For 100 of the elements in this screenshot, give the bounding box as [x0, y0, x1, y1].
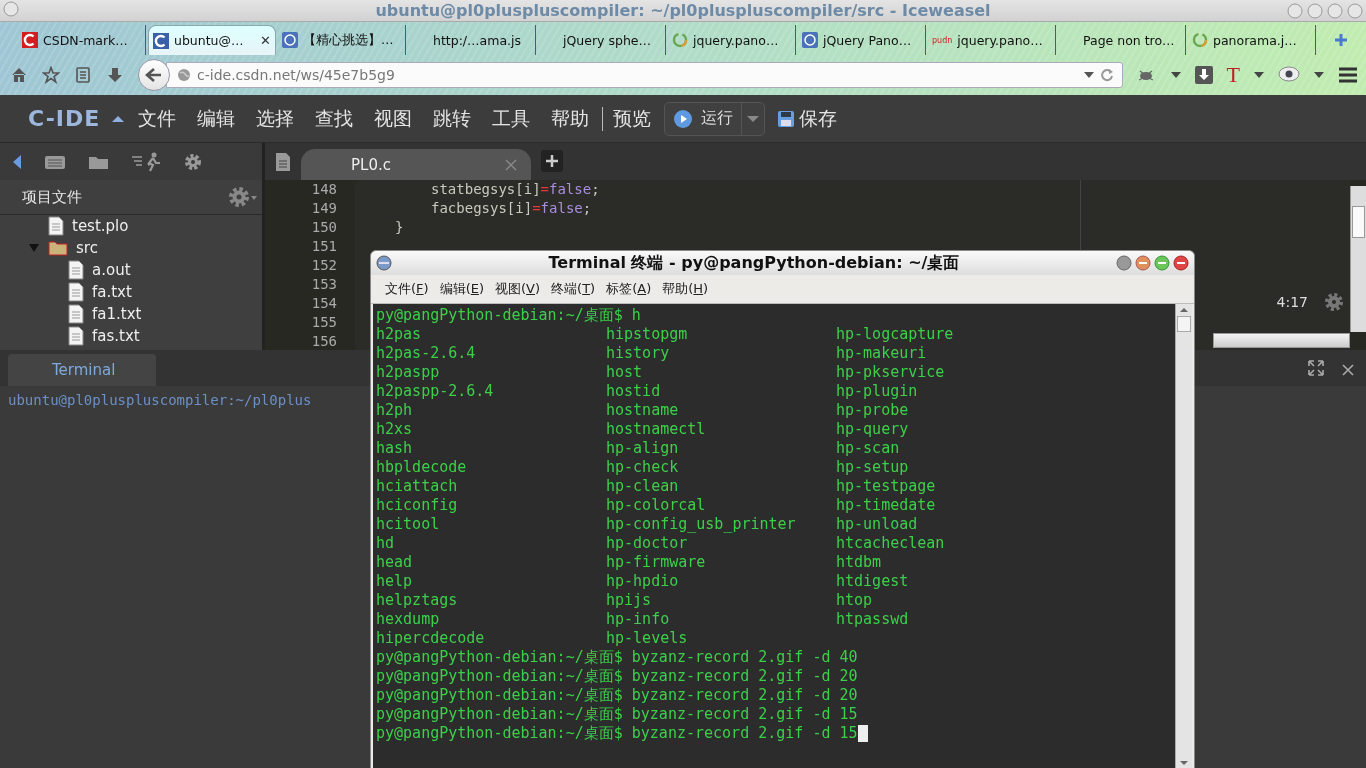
terminal-line: py@pangPython-debian:~/桌面$ byzanz-record 2.gif -d 15 — [376, 705, 858, 724]
browser-tab[interactable]: jquery.pano… — [668, 25, 796, 55]
eye-bubble-icon[interactable] — [1278, 66, 1300, 84]
window-menu-icon[interactable] — [376, 255, 392, 271]
file-icon — [68, 304, 84, 324]
runner-icon[interactable] — [132, 151, 162, 172]
new-tab-button[interactable] — [541, 150, 563, 172]
menu-icon[interactable] — [1338, 67, 1358, 83]
caret-icon[interactable] — [1254, 71, 1264, 79]
command-name: htop — [836, 591, 874, 610]
horizontal-scrollbar[interactable] — [1213, 333, 1350, 348]
browser-tab[interactable]: ubuntu@… ✕ — [148, 25, 276, 55]
menu-item[interactable]: 视图 — [374, 105, 413, 132]
list-icon[interactable] — [44, 153, 66, 170]
home-icon[interactable] — [10, 66, 28, 84]
caret-icon[interactable] — [1314, 71, 1324, 79]
code-line: statbegsys[i]=false; — [430, 181, 600, 197]
panel-tab[interactable]: Terminal — [8, 354, 156, 386]
menu-item[interactable]: 跳转 — [433, 105, 472, 132]
menu-item[interactable]: 标签(A) — [606, 280, 652, 298]
browser-tab[interactable]: CSDN-mark… — [18, 25, 146, 55]
command-name: h2xs — [376, 420, 414, 439]
menu-item[interactable]: 文件(F) — [385, 280, 429, 298]
url-field[interactable]: c-ide.csdn.net/ws/45e7b5g9 — [166, 62, 1123, 88]
menu-item[interactable]: 选择 — [256, 105, 295, 132]
command-name: htdigest — [836, 572, 910, 591]
line-number: 151 — [311, 237, 337, 256]
menu-item[interactable]: 编辑 — [197, 105, 236, 132]
command-name: hbpldecode — [376, 458, 468, 477]
line-number: 155 — [311, 313, 337, 332]
command-name: hp-hpdio — [606, 572, 680, 591]
preview-menu-item[interactable]: 预览 — [613, 105, 652, 132]
menu-item[interactable]: 工具 — [492, 105, 531, 132]
command-name: hp-clean — [606, 477, 680, 496]
app-logo[interactable]: C-IDE — [28, 106, 101, 131]
menu-item[interactable]: 编辑(E) — [439, 280, 484, 298]
tree-item[interactable]: fa.txt — [92, 283, 132, 301]
star-icon[interactable] — [42, 66, 60, 84]
command-name: hash — [376, 439, 414, 458]
browser-tab[interactable]: jQuery Pano… — [798, 25, 926, 55]
scrollbar-thumb[interactable] — [1177, 316, 1191, 332]
caret-icon[interactable] — [112, 114, 125, 123]
command-name: host — [606, 363, 644, 382]
command-name: hp-timedate — [836, 496, 937, 515]
minimize-icon[interactable] — [1135, 255, 1151, 271]
menu-item[interactable]: 查找 — [315, 105, 354, 132]
command-name: htpasswd — [836, 610, 910, 629]
command-name: hp-firmware — [606, 553, 707, 572]
save-button[interactable]: 保存 — [771, 104, 844, 133]
new-tab-icon[interactable] — [1334, 33, 1348, 47]
back-button[interactable] — [138, 59, 170, 91]
tree-item[interactable]: test.plo — [72, 217, 129, 235]
tree-item[interactable]: fas.txt — [92, 327, 140, 345]
command-name: hp-logcapture — [836, 325, 955, 344]
line-number: 154 — [311, 294, 337, 313]
tree-item[interactable]: fa1.txt — [92, 305, 142, 323]
menu-item[interactable]: 帮助 — [551, 105, 590, 132]
command-name: hd — [376, 534, 396, 553]
settings-icon[interactable] — [1324, 292, 1344, 312]
editor-tab[interactable]: PL0.c — [301, 149, 531, 180]
download-icon[interactable] — [1194, 66, 1213, 84]
command-name: hcitool — [376, 515, 441, 534]
reload-icon[interactable] — [1099, 68, 1114, 82]
download-icon[interactable] — [106, 66, 124, 84]
browser-tab[interactable]: panorama.j… — [1188, 25, 1316, 55]
caret-icon[interactable] — [1170, 71, 1181, 79]
dropdown-caret-icon[interactable] — [1083, 71, 1094, 79]
close-icon[interactable] — [1173, 255, 1189, 271]
vertical-scrollbar[interactable] — [1350, 186, 1366, 332]
menu-item[interactable]: 视图(V) — [495, 280, 541, 298]
tree-item[interactable]: a.out — [92, 261, 131, 279]
menu-item[interactable]: 帮助(H) — [662, 280, 709, 298]
maximize-icon[interactable] — [1154, 255, 1170, 271]
maximize-icon[interactable] — [1308, 360, 1324, 376]
browser-tab[interactable]: http:/…ama.js — [408, 25, 536, 55]
vertical-scrollbar[interactable] — [1175, 304, 1192, 768]
window-button-icon[interactable] — [1116, 255, 1132, 271]
close-button[interactable]: ✕ — [260, 33, 271, 48]
settings-icon[interactable] — [184, 152, 202, 171]
document-icon[interactable] — [275, 152, 291, 172]
browser-tab[interactable]: Page non tro… — [1058, 25, 1186, 55]
browser-tab[interactable]: 【精心挑选】… — [278, 25, 406, 55]
close-icon[interactable] — [1342, 364, 1354, 376]
settings-icon[interactable] — [228, 186, 258, 208]
command-name: hostid — [606, 382, 662, 401]
menu-item[interactable]: 文件 — [138, 105, 177, 132]
command-name: help — [376, 572, 414, 591]
browser-tab[interactable]: jQuery sphe… — [538, 25, 666, 55]
command-name: hp-pkservice — [836, 363, 946, 382]
browser-tab[interactable]: pudn jquery.pano… — [928, 25, 1056, 55]
text-tool-icon[interactable]: T — [1226, 64, 1240, 86]
menu-item[interactable]: 终端(T) — [551, 280, 596, 298]
command-name: hp-testpage — [836, 477, 937, 496]
tree-item[interactable]: src — [76, 239, 98, 257]
reading-list-icon[interactable] — [74, 66, 92, 84]
command-name: hostnamectl — [606, 420, 707, 439]
collapse-icon[interactable] — [12, 153, 22, 170]
command-name: hp-config_usb_printer — [606, 515, 797, 534]
command-name: hpijs — [606, 591, 653, 610]
line-number: 152 — [311, 256, 337, 275]
